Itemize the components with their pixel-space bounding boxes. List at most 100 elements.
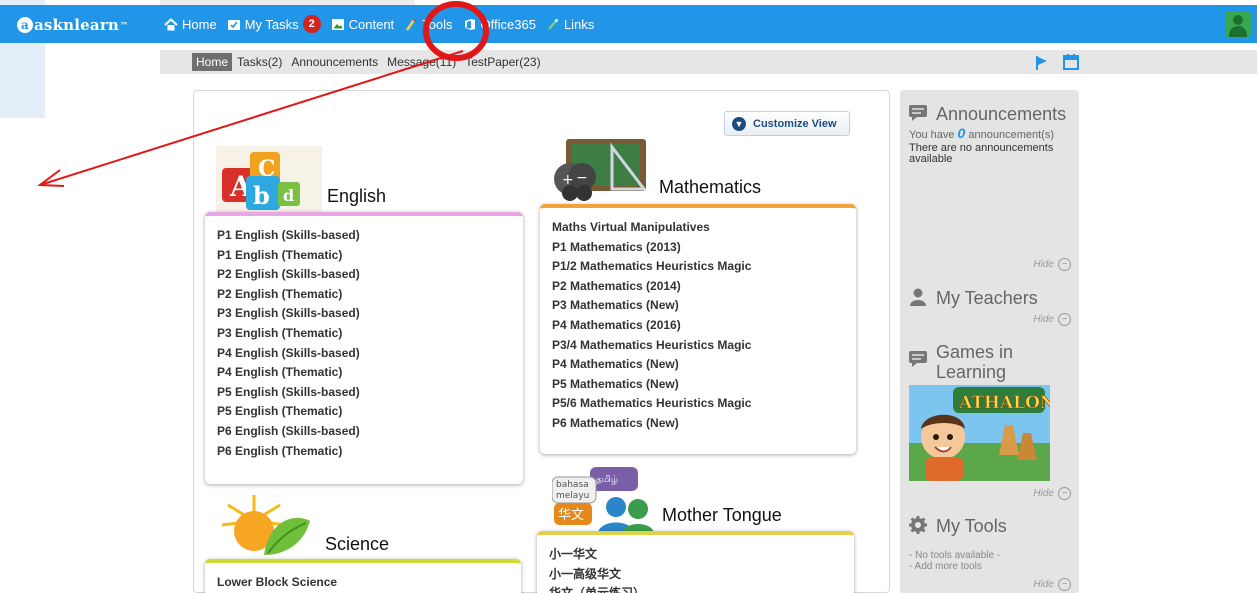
content-icon xyxy=(331,18,344,30)
course-link[interactable]: P4 Mathematics (2016) xyxy=(552,316,844,336)
course-link[interactable]: Lower Block Science xyxy=(217,573,509,593)
course-link[interactable]: P1 Mathematics (2013) xyxy=(552,238,844,258)
hide-label: Hide xyxy=(1033,488,1054,499)
nav-label: My Tasks xyxy=(244,16,299,32)
nav-home[interactable]: Home xyxy=(164,17,217,32)
svg-text:d: d xyxy=(283,186,294,205)
nav-label: Tools xyxy=(422,16,453,32)
math-course-list: Maths Virtual Manipulatives P1 Mathemati… xyxy=(540,204,856,454)
no-tools-text: - No tools available - xyxy=(909,550,1001,561)
games-heading: Games in Learning xyxy=(908,342,1058,382)
mt-icon-bahasa: bahasa xyxy=(556,480,589,490)
games-title: Games in Learning xyxy=(936,342,1014,382)
customize-view-button[interactable]: ▼ Customize View xyxy=(724,111,850,136)
subtab-testpaper[interactable]: TestPaper(23) xyxy=(461,53,544,71)
course-link[interactable]: P3 Mathematics (New) xyxy=(552,296,844,316)
nav-content[interactable]: Content xyxy=(331,16,395,32)
course-link[interactable]: P6 English (Skills-based) xyxy=(217,422,511,442)
sub-nav-tabs: Home Tasks(2) Announcements Message(11) … xyxy=(192,53,546,71)
calendar-icon[interactable] xyxy=(1062,53,1080,71)
english-title[interactable]: English xyxy=(327,186,386,207)
sub-nav: Home Tasks(2) Announcements Message(11) … xyxy=(160,43,1257,77)
tasks-count-badge: 2 xyxy=(302,15,321,33)
chevron-down-icon: ▼ xyxy=(732,116,746,131)
hide-label: Hide xyxy=(1033,579,1054,590)
mt-icon-huawen: 华文 xyxy=(558,508,584,523)
mother-tongue-course-list: 小一华文 小一高级华文 华文（单元练习） xyxy=(537,531,854,593)
nav-my-tasks[interactable]: My Tasks 2 xyxy=(227,15,321,33)
subtab-tasks[interactable]: Tasks(2) xyxy=(233,53,286,71)
course-link[interactable]: P4 English (Thematic) xyxy=(217,363,511,383)
course-link[interactable]: Maths Virtual Manipulatives xyxy=(552,218,844,238)
mother-tongue-speech-icon: தமிழ் bahasa melayu 华文 xyxy=(552,467,654,533)
course-link[interactable]: P4 English (Skills-based) xyxy=(217,344,511,364)
math-title[interactable]: Mathematics xyxy=(659,177,761,198)
logo-tm: ™ xyxy=(120,20,129,30)
nav-label: Home xyxy=(182,16,217,32)
subtab-message[interactable]: Message(11) xyxy=(383,53,460,71)
hide-games[interactable]: Hide − xyxy=(1033,487,1071,500)
course-link[interactable]: P5 Mathematics (New) xyxy=(552,375,844,395)
course-link[interactable]: 小一华文 xyxy=(549,545,842,565)
user-avatar[interactable] xyxy=(1225,11,1251,37)
hide-teachers[interactable]: Hide − xyxy=(1033,313,1071,326)
course-link[interactable]: P5 English (Thematic) xyxy=(217,402,511,422)
course-link[interactable]: P2 English (Skills-based) xyxy=(217,265,511,285)
course-link[interactable]: P3 English (Thematic) xyxy=(217,324,511,344)
course-link[interactable]: 小一高级华文 xyxy=(549,565,842,585)
course-link[interactable]: P6 English (Thematic) xyxy=(217,442,511,462)
nav-label: Office365 xyxy=(480,16,536,32)
course-link[interactable]: 华文（单元练习） xyxy=(549,584,842,593)
home-icon xyxy=(164,17,178,30)
logo-text: asknlearn xyxy=(34,16,120,34)
hide-label: Hide xyxy=(1033,259,1054,270)
svg-text:b: b xyxy=(253,181,270,210)
nav-tools[interactable]: Tools xyxy=(404,16,453,32)
tools-heading: My Tools xyxy=(908,516,1007,536)
course-link[interactable]: P4 Mathematics (New) xyxy=(552,355,844,375)
mt-icon-melayu: melayu xyxy=(556,491,589,501)
add-more-tools-link[interactable]: - Add more tools xyxy=(909,561,982,572)
nav-links[interactable]: Links xyxy=(546,17,594,32)
subtab-announcements[interactable]: Announcements xyxy=(287,53,382,71)
app-logo[interactable]: a asknlearn ™ xyxy=(17,15,128,35)
science-course-list: Lower Block Science xyxy=(205,559,521,593)
nav-label: Content xyxy=(348,16,395,32)
subtab-home[interactable]: Home xyxy=(192,53,233,71)
top-nav-bar: a asknlearn ™ Home My Tasks 2 Content Tool… xyxy=(0,0,1257,43)
mother-tongue-title[interactable]: Mother Tongue xyxy=(662,505,782,526)
course-link[interactable]: P1/2 Mathematics Heuristics Magic xyxy=(552,257,844,277)
course-link[interactable]: P2 English (Thematic) xyxy=(217,285,511,305)
tasks-icon xyxy=(227,19,240,30)
subjects-panel: ▼ Customize View A C b d English P1 Engl… xyxy=(193,90,890,593)
minus-circle-icon: − xyxy=(1058,487,1071,500)
flag-icon[interactable] xyxy=(1034,55,1050,71)
speech-bubble-icon xyxy=(909,105,927,121)
hide-tools[interactable]: Hide − xyxy=(1033,578,1071,591)
customize-view-label: Customize View xyxy=(753,117,837,130)
course-link[interactable]: P5/6 Mathematics Heuristics Magic xyxy=(552,394,844,414)
links-icon xyxy=(548,18,559,30)
count-suffix: announcement(s) xyxy=(968,129,1055,141)
math-chalkboard-icon: + − xyxy=(554,139,648,201)
minus-circle-icon: − xyxy=(1058,578,1071,591)
english-course-list: P1 English (Skills-based) P1 English (Th… xyxy=(205,212,523,484)
avatar-head xyxy=(1233,15,1243,25)
teachers-title: My Teachers xyxy=(936,288,1038,308)
nav-office365[interactable]: Office365 xyxy=(463,17,536,32)
course-link[interactable]: P3/4 Mathematics Heuristics Magic xyxy=(552,336,844,356)
course-link[interactable]: P3 English (Skills-based) xyxy=(217,304,511,324)
course-link[interactable]: P1 English (Thematic) xyxy=(217,246,511,266)
course-link[interactable]: P1 English (Skills-based) xyxy=(217,226,511,246)
hide-announcements[interactable]: Hide − xyxy=(1033,258,1071,271)
hide-label: Hide xyxy=(1033,314,1054,325)
athalon-game-image[interactable]: ATHALON xyxy=(909,385,1050,481)
course-link[interactable]: P5 English (Skills-based) xyxy=(217,383,511,403)
speech-bubble-icon xyxy=(909,351,927,367)
course-link[interactable]: P2 Mathematics (2014) xyxy=(552,277,844,297)
science-sun-leaf-icon xyxy=(221,495,310,555)
teachers-heading: My Teachers xyxy=(908,288,1038,308)
science-title[interactable]: Science xyxy=(325,534,389,555)
logo-badge: a xyxy=(17,17,33,33)
course-link[interactable]: P6 Mathematics (New) xyxy=(552,414,844,434)
